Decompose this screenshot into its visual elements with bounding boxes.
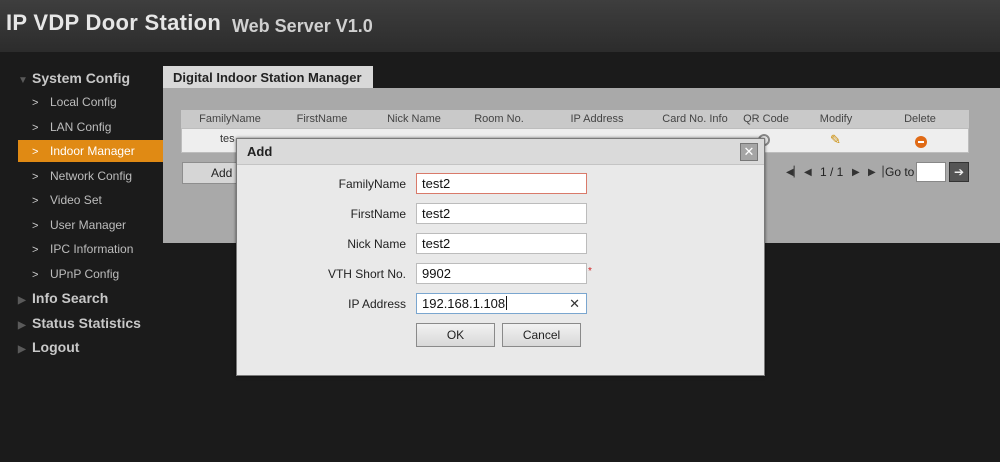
ip-address-value: 192.168.1.108 xyxy=(422,296,506,311)
table-header: FamilyName FirstName Nick Name Room No. … xyxy=(181,110,969,128)
cell-family-name: tes xyxy=(220,133,235,145)
sidebar-section-status-statistics[interactable]: ▶ Status Statistics xyxy=(18,313,141,333)
sidebar-item-indoor-manager[interactable]: > Indoor Manager xyxy=(18,140,163,162)
ip-address-field[interactable]: 192.168.1.108 ✕ xyxy=(416,293,587,314)
page-indicator: 1 / 1 xyxy=(820,165,844,179)
column-header-room-no: Room No. xyxy=(474,113,524,125)
triangle-right-icon: ▶ xyxy=(18,344,26,355)
column-header-family-name: FamilyName xyxy=(199,113,261,125)
column-header-qr-code: QR Code xyxy=(743,113,789,125)
family-name-label: FamilyName xyxy=(338,177,406,191)
required-marker: * xyxy=(588,266,592,277)
last-page-icon[interactable]: ▶▕ xyxy=(868,167,883,178)
cancel-button[interactable]: Cancel xyxy=(502,323,581,347)
column-header-modify: Modify xyxy=(819,113,853,125)
family-name-field[interactable]: test2 xyxy=(416,173,587,194)
chevron-right-icon: > xyxy=(32,146,39,158)
clear-icon[interactable]: ✕ xyxy=(569,294,580,313)
dialog-title: Add xyxy=(237,139,764,165)
first-page-icon[interactable]: ◀▏ xyxy=(786,167,801,178)
column-header-card-no-info: Card No. Info xyxy=(662,113,728,125)
triangle-down-icon: ▼ xyxy=(18,75,28,86)
triangle-right-icon: ▶ xyxy=(18,320,26,331)
chevron-right-icon: > xyxy=(32,122,39,134)
goto-page-input[interactable] xyxy=(916,162,946,182)
text-caret xyxy=(506,296,508,310)
goto-label: Go to xyxy=(885,165,915,179)
nick-name-label: Nick Name xyxy=(347,237,406,251)
sidebar-item-lan-config[interactable]: > LAN Config xyxy=(18,116,163,138)
close-icon[interactable]: ✕ xyxy=(740,143,758,161)
nick-name-field[interactable]: test2 xyxy=(416,233,587,254)
tab-digital-indoor-station-manager[interactable]: Digital Indoor Station Manager xyxy=(163,66,373,89)
ip-address-label: IP Address xyxy=(348,297,406,311)
prev-page-icon[interactable]: ◀ xyxy=(804,167,812,178)
app-subtitle: Web Server V1.0 xyxy=(232,16,373,36)
app-header: IP VDP Door Station Web Server V1.0 xyxy=(0,0,1000,52)
app-title: IP VDP Door Station xyxy=(6,10,222,35)
vth-short-no-label: VTH Short No. xyxy=(327,267,406,281)
pencil-icon[interactable]: ✎ xyxy=(830,133,844,147)
chevron-right-icon: > xyxy=(32,97,39,109)
first-name-label: FirstName xyxy=(350,207,406,221)
column-header-ip-address: IP Address xyxy=(570,113,624,125)
column-header-nick-name: Nick Name xyxy=(387,113,441,125)
column-header-delete: Delete xyxy=(904,113,936,125)
sidebar-section-system-config[interactable]: ▼ System Config xyxy=(18,68,130,88)
first-name-field[interactable]: test2 xyxy=(416,203,587,224)
sidebar-item-local-config[interactable]: > Local Config xyxy=(18,91,163,113)
delete-icon[interactable] xyxy=(915,136,927,148)
next-page-icon[interactable]: ▶ xyxy=(852,167,860,178)
vth-short-no-field[interactable]: 9902 xyxy=(416,263,587,284)
column-header-first-name: FirstName xyxy=(296,113,348,125)
ok-button[interactable]: OK xyxy=(416,323,495,347)
sidebar-section-logout[interactable]: ▶ Logout xyxy=(18,337,79,357)
arrow-right-icon[interactable]: ➔ xyxy=(949,162,969,182)
